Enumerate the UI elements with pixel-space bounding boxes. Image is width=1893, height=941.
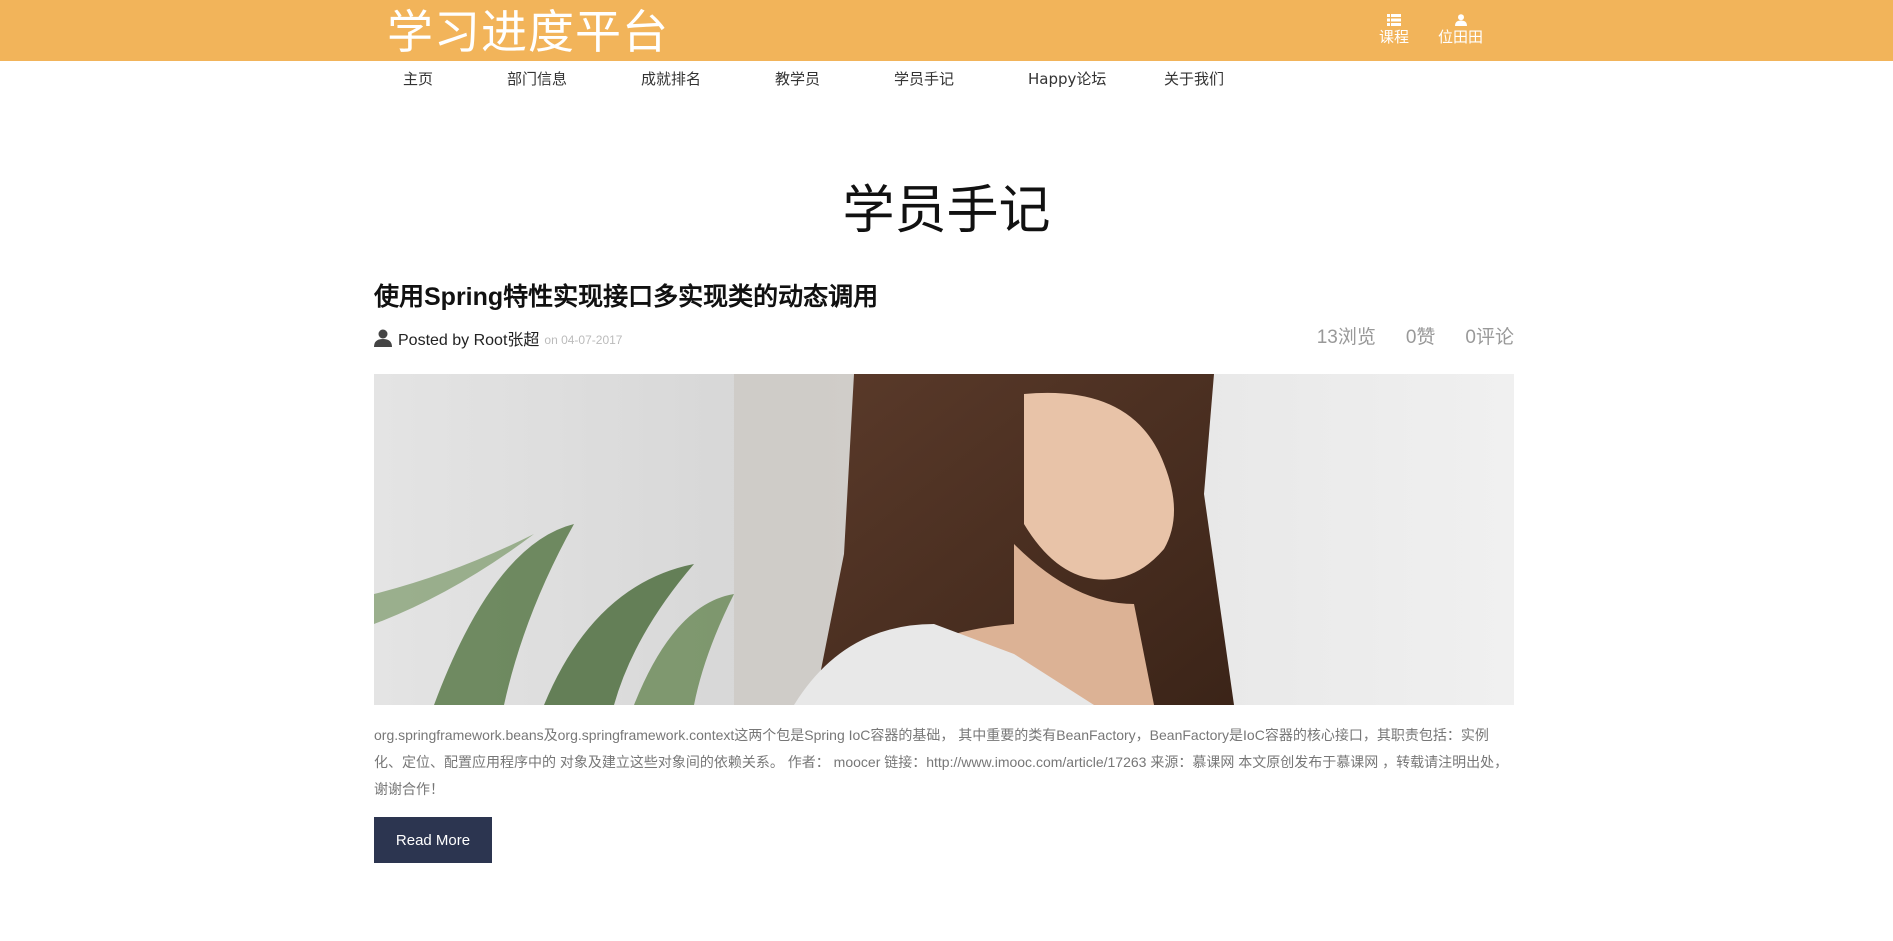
nav-item-teachers[interactable]: 教学员: [775, 69, 820, 89]
user-icon: [1454, 12, 1467, 27]
nav-item-department[interactable]: 部门信息: [507, 69, 567, 89]
post-title[interactable]: 使用Spring特性实现接口多实现类的动态调用: [374, 281, 878, 313]
likes-count: 0赞: [1405, 327, 1436, 348]
nav-item-about[interactable]: 关于我们: [1164, 69, 1224, 89]
post-excerpt: org.springframework.beans及org.springfram…: [374, 727, 1509, 797]
post-image-illustration: [374, 374, 1514, 705]
courses-label: 课程: [1379, 28, 1410, 46]
nav-item-home[interactable]: 主页: [403, 69, 433, 89]
header-links: 课程 位田田: [0, 12, 1893, 52]
nav-item-forum[interactable]: Happy论坛: [1028, 69, 1106, 89]
user-name-label: 位田田: [1438, 28, 1484, 46]
author-name: Posted by Root张超: [398, 332, 540, 349]
top-header: 学习进度平台 课程 位田田: [0, 0, 1893, 61]
user-profile-link[interactable]: 位田田: [1438, 12, 1483, 46]
post-image: [374, 374, 1514, 705]
main-nav: 主页 部门信息 成就排名 教学员 学员手记 Happy论坛 关于我们: [0, 61, 1893, 105]
views-count: 13浏览: [1316, 327, 1376, 348]
comments-count: 0评论: [1465, 327, 1514, 348]
read-more-button[interactable]: Read More: [374, 817, 492, 863]
nav-item-notes[interactable]: 学员手记: [894, 69, 954, 89]
post-date: on 04-07-2017: [544, 332, 623, 347]
courses-link[interactable]: 课程: [1379, 12, 1409, 46]
post-author: Posted by Root张超 on 04-07-2017: [374, 326, 622, 350]
post-stats: 13浏览 0赞 0评论: [1317, 322, 1514, 349]
list-icon: [1387, 12, 1401, 27]
post-meta: Posted by Root张超 on 04-07-2017 13浏览 0赞 0…: [374, 322, 1514, 352]
nav-item-ranking[interactable]: 成就排名: [641, 69, 701, 89]
page-title: 学员手记: [842, 181, 1051, 241]
author-user-icon: [374, 329, 392, 347]
